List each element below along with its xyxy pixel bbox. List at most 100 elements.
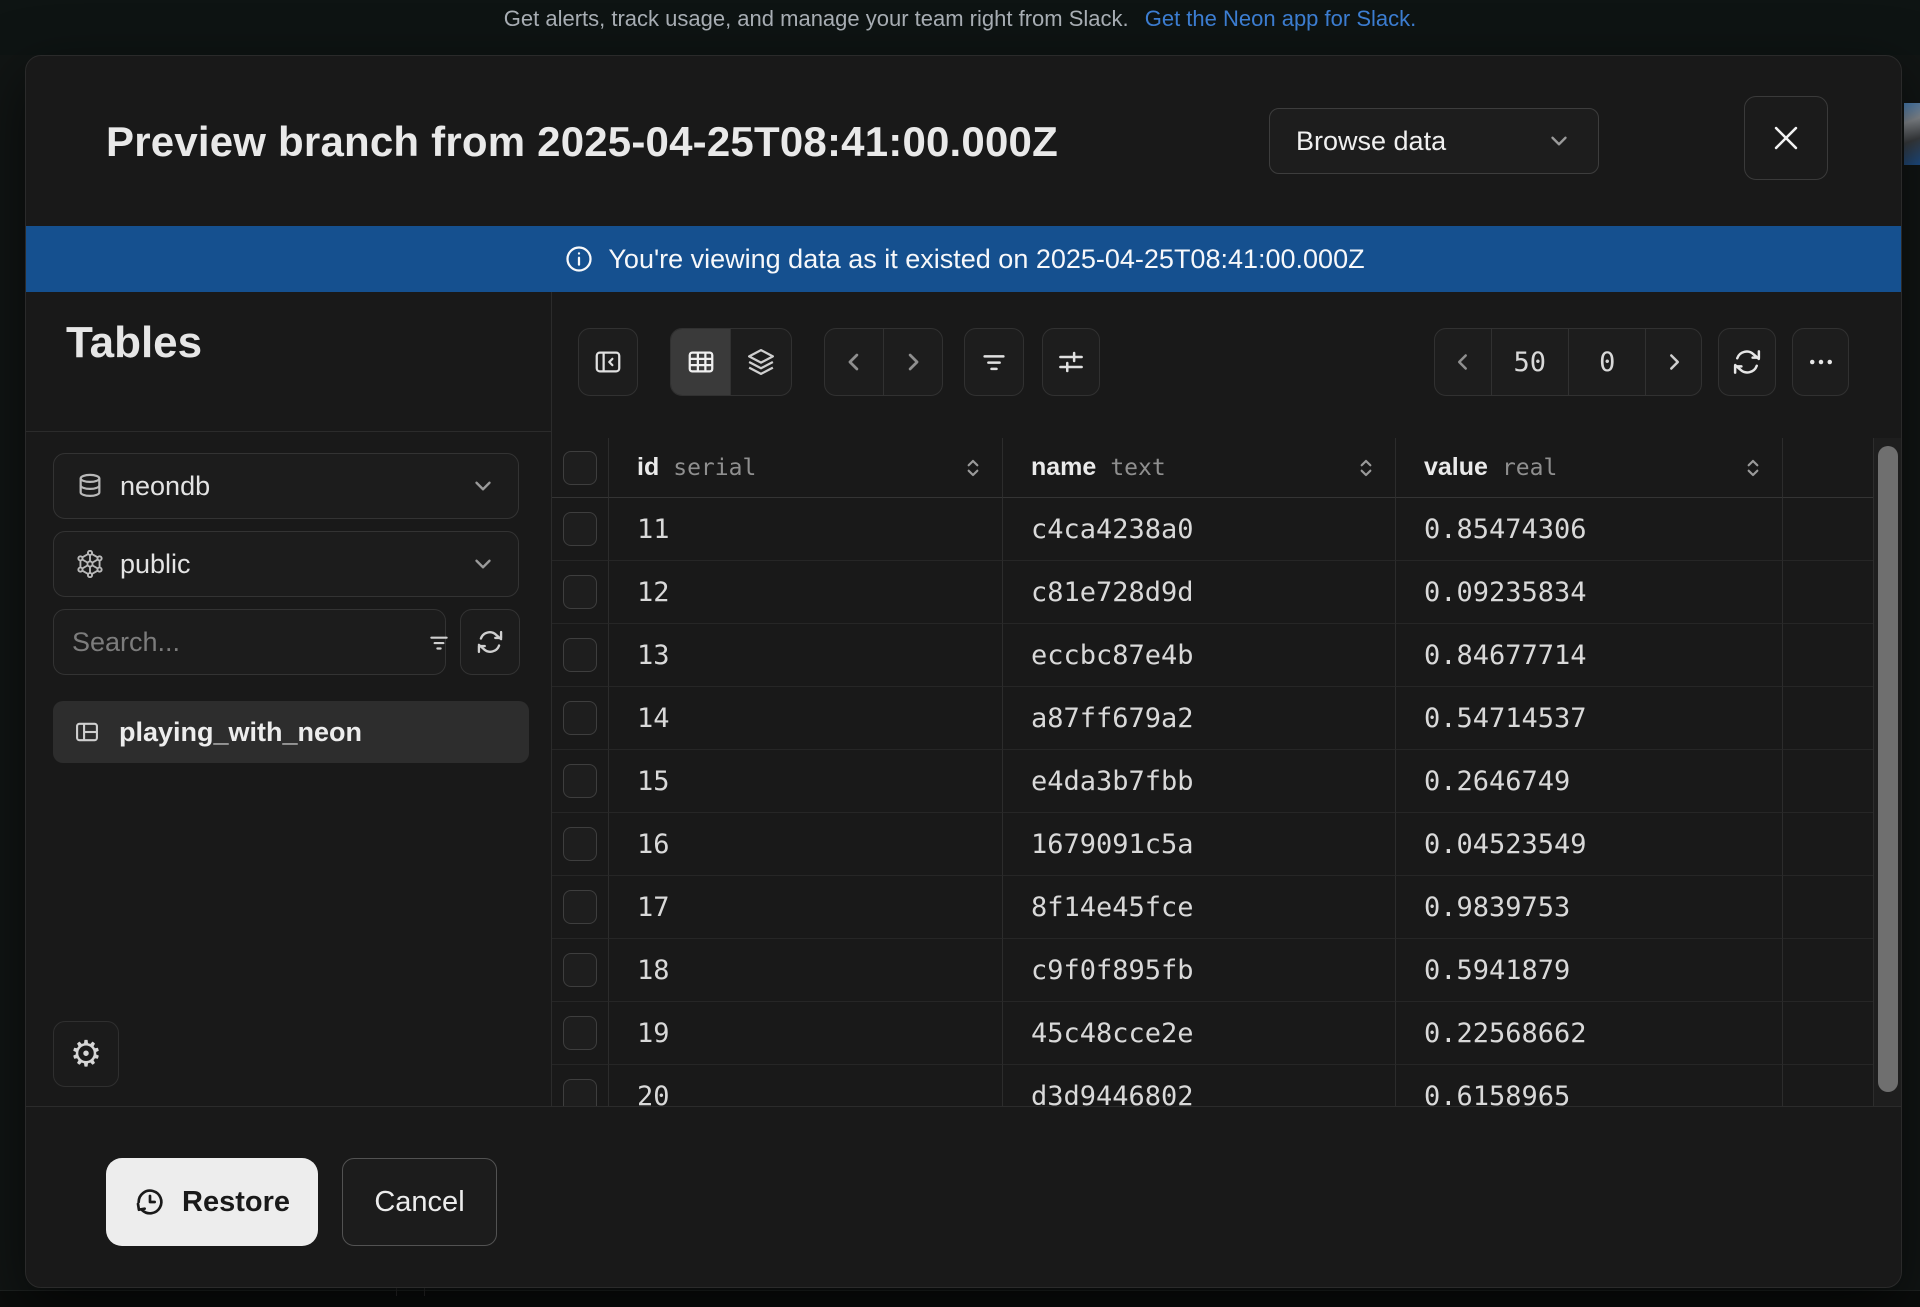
refresh-data-button[interactable] bbox=[1718, 328, 1776, 396]
row-checkbox[interactable] bbox=[563, 890, 597, 924]
row-checkbox[interactable] bbox=[563, 1079, 597, 1106]
collapse-sidebar-button[interactable] bbox=[578, 328, 638, 396]
row-select-cell bbox=[552, 876, 609, 939]
row-select-cell bbox=[552, 750, 609, 813]
sort-icon[interactable] bbox=[960, 455, 986, 481]
cell-name[interactable]: eccbc87e4b bbox=[1003, 624, 1396, 687]
cell-name[interactable]: 8f14e45fce bbox=[1003, 876, 1396, 939]
cell-id[interactable]: 13 bbox=[609, 624, 1003, 687]
cell-value[interactable]: 0.04523549 bbox=[1396, 813, 1783, 876]
cell-value[interactable]: 0.6158965 bbox=[1396, 1065, 1783, 1106]
cell-name[interactable]: e4da3b7fbb bbox=[1003, 750, 1396, 813]
search-input[interactable] bbox=[72, 627, 426, 658]
restore-button[interactable]: Restore bbox=[106, 1158, 318, 1246]
sidebar-divider bbox=[26, 431, 552, 432]
settings-button[interactable]: ⚙ bbox=[53, 1021, 119, 1087]
cell-name[interactable]: 45c48cce2e bbox=[1003, 1002, 1396, 1065]
database-select[interactable]: neondb bbox=[53, 453, 519, 519]
header-filler bbox=[1783, 438, 1873, 498]
cell-name[interactable]: 1679091c5a bbox=[1003, 813, 1396, 876]
row-filler bbox=[1783, 876, 1873, 939]
grid-header-row: idserialnametextvaluereal bbox=[552, 438, 1873, 498]
column-header-name[interactable]: nametext bbox=[1003, 438, 1396, 498]
nav-forward-button[interactable] bbox=[884, 329, 942, 395]
page-prev-button[interactable] bbox=[1435, 329, 1491, 395]
row-checkbox[interactable] bbox=[563, 638, 597, 672]
chevron-down-icon bbox=[470, 473, 496, 499]
cell-name[interactable]: c4ca4238a0 bbox=[1003, 498, 1396, 561]
cell-name[interactable]: c9f0f895fb bbox=[1003, 939, 1396, 1002]
page-next-button[interactable] bbox=[1646, 329, 1701, 395]
sliders-icon bbox=[1056, 347, 1086, 377]
slack-promo-banner: Get alerts, track usage, and manage your… bbox=[0, 0, 1920, 55]
refresh-tables-button[interactable] bbox=[460, 609, 520, 675]
row-checkbox[interactable] bbox=[563, 764, 597, 798]
more-dots-icon bbox=[1806, 347, 1836, 377]
cell-id[interactable]: 16 bbox=[609, 813, 1003, 876]
row-checkbox[interactable] bbox=[563, 701, 597, 735]
row-filler bbox=[1783, 624, 1873, 687]
cell-value[interactable]: 0.84677714 bbox=[1396, 624, 1783, 687]
close-icon bbox=[1769, 121, 1803, 155]
sort-icon[interactable] bbox=[1353, 455, 1379, 481]
cell-id[interactable]: 19 bbox=[609, 1002, 1003, 1065]
cell-id[interactable]: 14 bbox=[609, 687, 1003, 750]
row-checkbox[interactable] bbox=[563, 512, 597, 546]
table-row: 20d3d94468020.6158965 bbox=[552, 1065, 1873, 1106]
column-header-value[interactable]: valuereal bbox=[1396, 438, 1783, 498]
cell-name[interactable]: a87ff679a2 bbox=[1003, 687, 1396, 750]
column-header-id[interactable]: idserial bbox=[609, 438, 1003, 498]
cell-value[interactable]: 0.2646749 bbox=[1396, 750, 1783, 813]
cell-id[interactable]: 17 bbox=[609, 876, 1003, 939]
sort-icon[interactable] bbox=[1740, 455, 1766, 481]
table-view-button[interactable] bbox=[671, 329, 730, 395]
cell-value[interactable]: 0.09235834 bbox=[1396, 561, 1783, 624]
cell-id[interactable]: 18 bbox=[609, 939, 1003, 1002]
filter-icon[interactable] bbox=[426, 629, 452, 655]
restore-label: Restore bbox=[182, 1186, 290, 1219]
table-row: 178f14e45fce0.9839753 bbox=[552, 876, 1873, 939]
table-name: playing_with_neon bbox=[119, 717, 362, 748]
cancel-button[interactable]: Cancel bbox=[342, 1158, 497, 1246]
table-row: 18c9f0f895fb0.5941879 bbox=[552, 939, 1873, 1002]
cell-id[interactable]: 12 bbox=[609, 561, 1003, 624]
cell-value[interactable]: 0.85474306 bbox=[1396, 498, 1783, 561]
slack-promo-link[interactable]: Get the Neon app for Slack. bbox=[1145, 6, 1417, 31]
column-settings-button[interactable] bbox=[1042, 328, 1100, 396]
grid-body: 11c4ca4238a00.85474306 12c81e728d9d0.0923… bbox=[552, 498, 1873, 1106]
cell-value[interactable]: 0.54714537 bbox=[1396, 687, 1783, 750]
row-checkbox[interactable] bbox=[563, 575, 597, 609]
table-list-item[interactable]: playing_with_neon bbox=[53, 701, 529, 763]
nav-back-button[interactable] bbox=[825, 329, 883, 395]
cell-value[interactable]: 0.5941879 bbox=[1396, 939, 1783, 1002]
page-offset-value[interactable]: 0 bbox=[1569, 329, 1645, 395]
filter-rows-button[interactable] bbox=[964, 328, 1024, 396]
layers-view-button[interactable] bbox=[731, 329, 791, 395]
row-select-cell bbox=[552, 813, 609, 876]
row-filler bbox=[1783, 939, 1873, 1002]
refresh-icon bbox=[1732, 347, 1762, 377]
time-travel-text: You're viewing data as it existed on 202… bbox=[608, 244, 1364, 275]
cell-id[interactable]: 15 bbox=[609, 750, 1003, 813]
cell-value[interactable]: 0.22568662 bbox=[1396, 1002, 1783, 1065]
gear-icon: ⚙ bbox=[70, 1036, 102, 1072]
more-options-button[interactable] bbox=[1792, 328, 1849, 396]
time-travel-banner: You're viewing data as it existed on 202… bbox=[26, 226, 1902, 292]
vertical-scrollbar[interactable] bbox=[1873, 438, 1902, 1106]
scrollbar-thumb[interactable] bbox=[1878, 446, 1898, 1092]
cell-value[interactable]: 0.9839753 bbox=[1396, 876, 1783, 939]
close-button[interactable] bbox=[1744, 96, 1828, 180]
schema-icon bbox=[76, 550, 104, 578]
browse-data-dropdown[interactable]: Browse data bbox=[1269, 108, 1599, 174]
schema-select[interactable]: public bbox=[53, 531, 519, 597]
cell-id[interactable]: 20 bbox=[609, 1065, 1003, 1106]
cell-name[interactable]: c81e728d9d bbox=[1003, 561, 1396, 624]
page-size-value[interactable]: 50 bbox=[1492, 329, 1568, 395]
row-checkbox[interactable] bbox=[563, 1016, 597, 1050]
cell-id[interactable]: 11 bbox=[609, 498, 1003, 561]
row-checkbox[interactable] bbox=[563, 953, 597, 987]
select-all-checkbox[interactable] bbox=[563, 451, 597, 485]
row-checkbox[interactable] bbox=[563, 827, 597, 861]
table-grid-icon bbox=[686, 347, 716, 377]
cell-name[interactable]: d3d9446802 bbox=[1003, 1065, 1396, 1106]
